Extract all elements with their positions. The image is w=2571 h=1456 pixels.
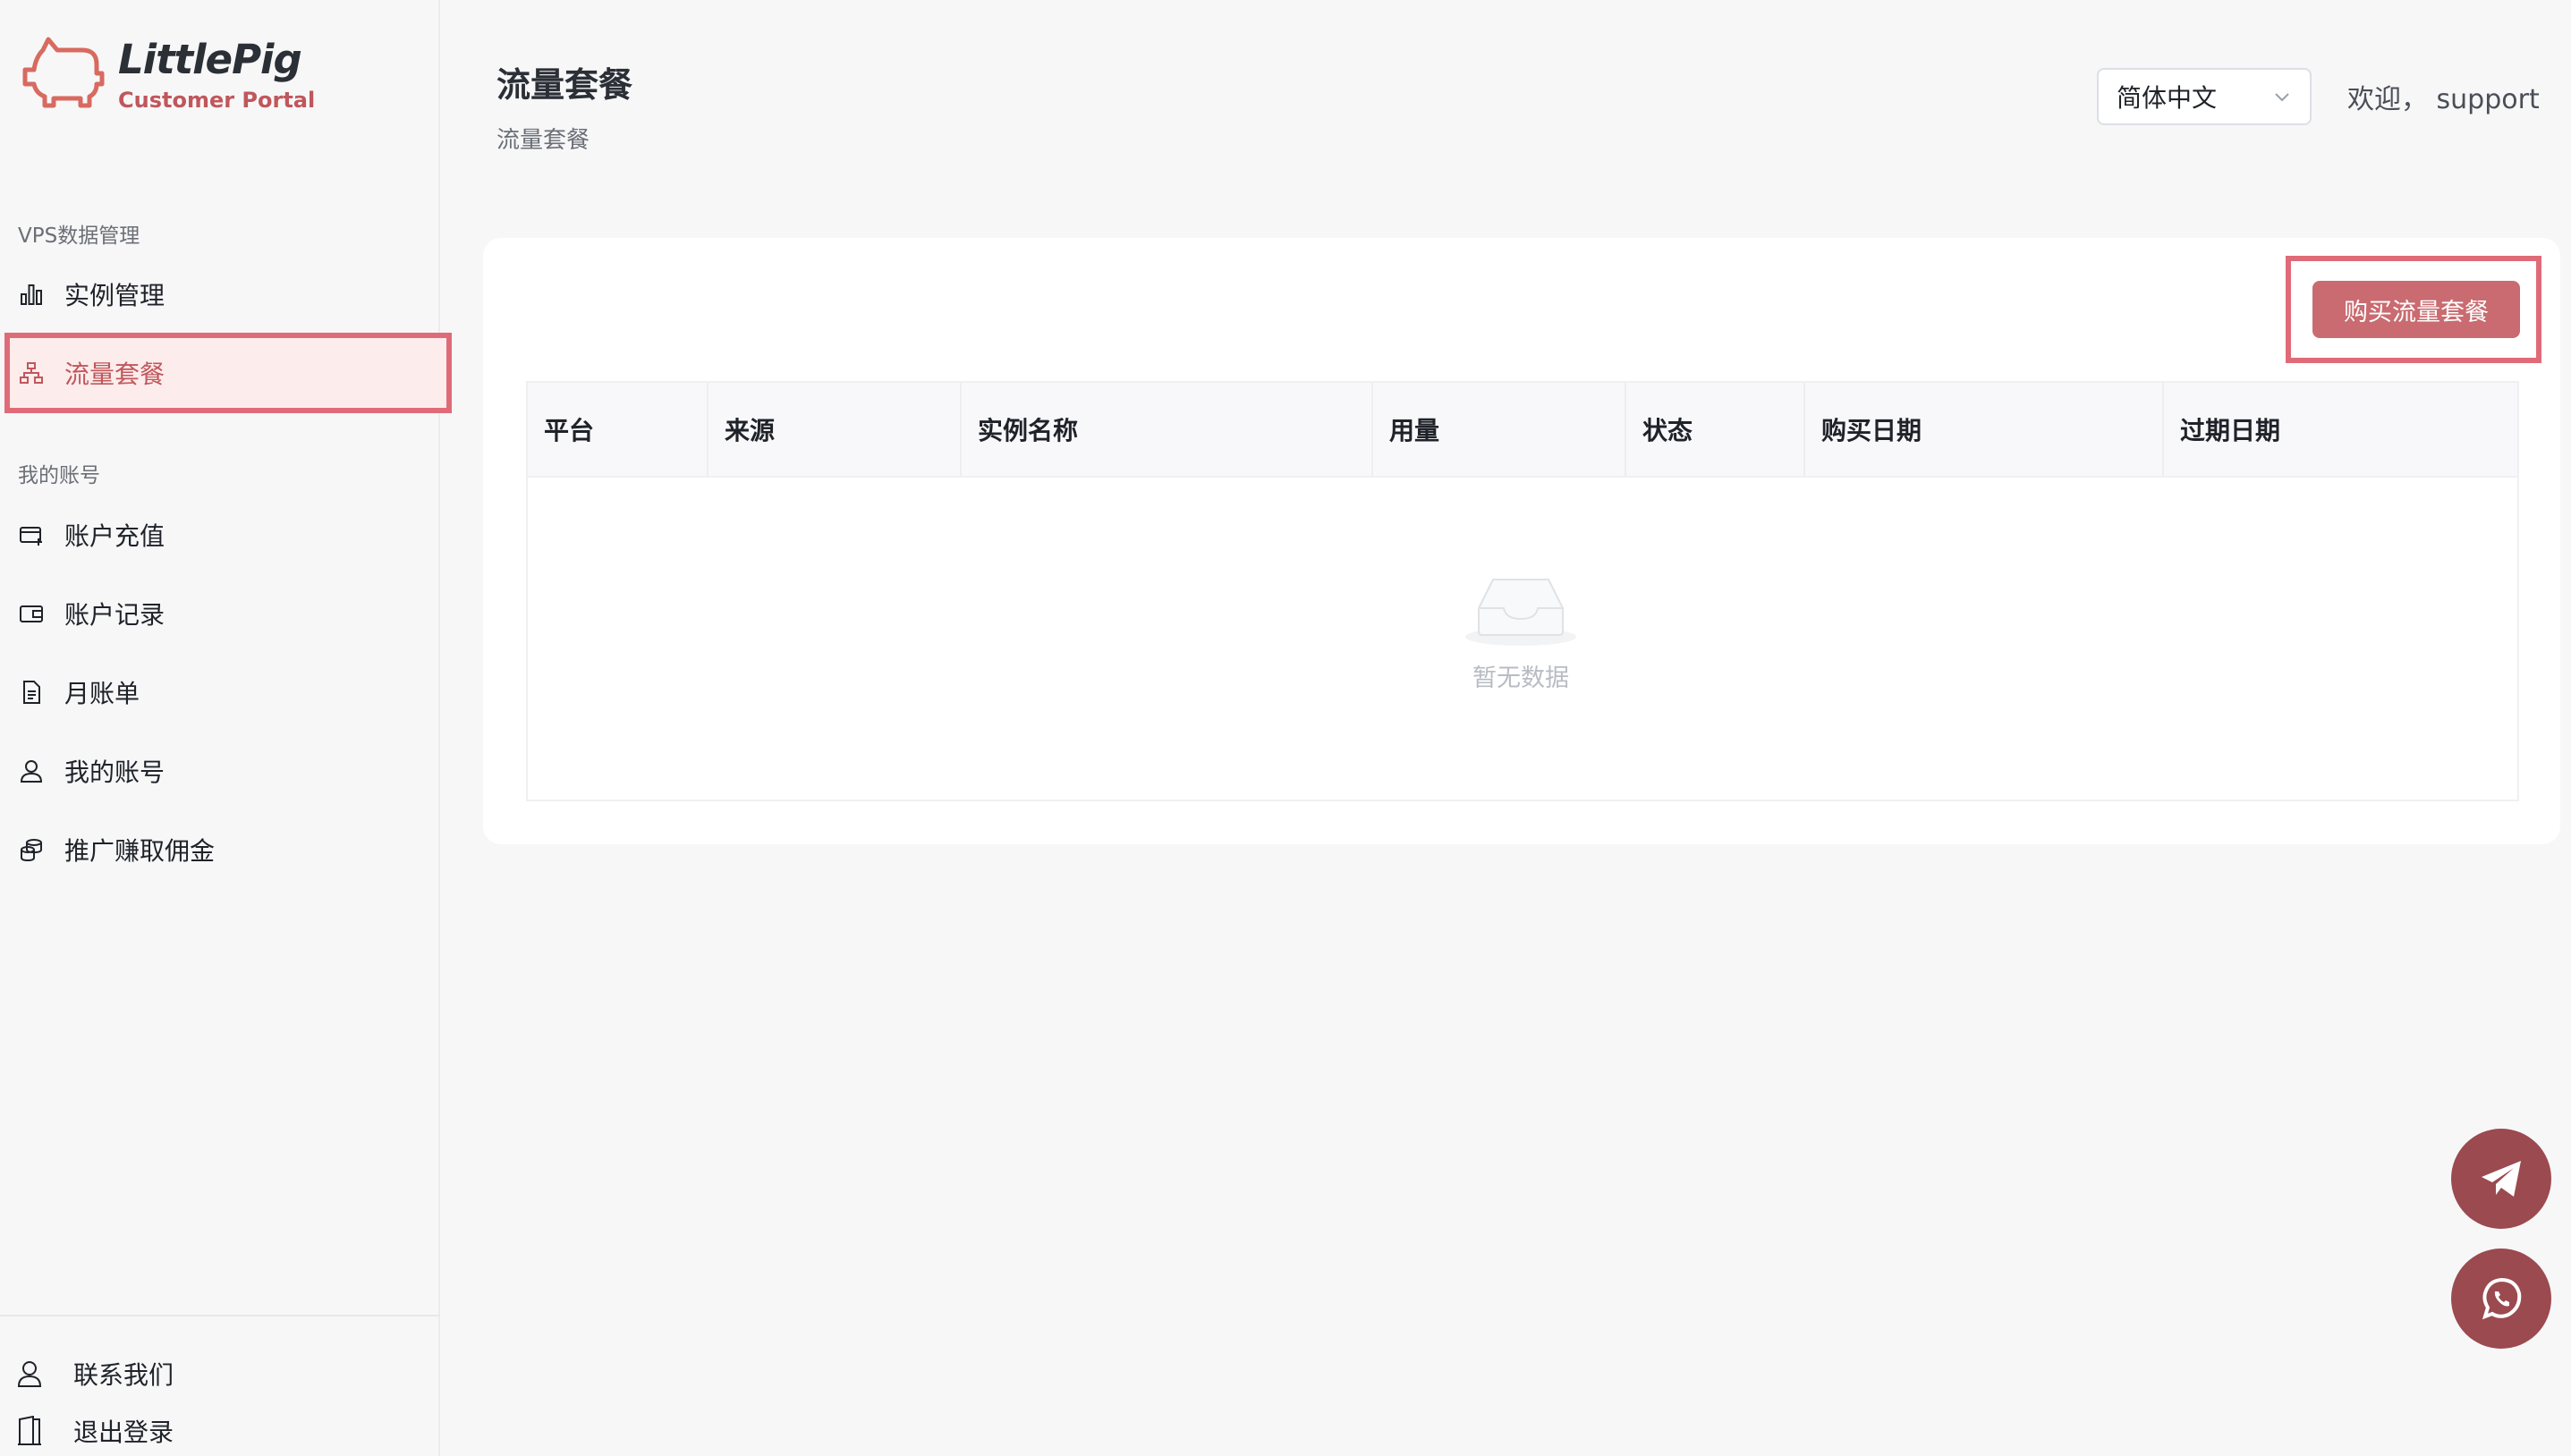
empty-inbox-icon	[1465, 579, 1576, 646]
sidebar-item-label: 推广赚取佣金	[64, 836, 216, 866]
coins-icon	[18, 836, 45, 863]
sidebar-item-label: 账户充值	[64, 521, 165, 551]
column-header-source: 来源	[707, 383, 960, 476]
telegram-button[interactable]	[2451, 1129, 2551, 1229]
sidebar-item-label: 我的账号	[64, 758, 165, 787]
user-icon	[16, 1359, 43, 1389]
whatsapp-button[interactable]	[2451, 1249, 2551, 1349]
section-label-vps: VPS数据管理	[18, 224, 140, 248]
document-icon	[18, 679, 45, 706]
column-header-purchase-date: 购买日期	[1803, 383, 2162, 476]
column-header-platform: 平台	[544, 416, 595, 445]
contact-us-link[interactable]: 联系我们	[16, 1356, 174, 1392]
sidebar-item-traffic-plan[interactable]: 流量套餐	[4, 333, 452, 413]
column-header-instance-name: 实例名称	[960, 383, 1371, 476]
breadcrumb: 流量套餐	[496, 127, 590, 154]
column-header-expiry-date: 过期日期	[2162, 383, 2517, 476]
sitemap-icon	[18, 360, 45, 386]
sidebar-item-referral[interactable]: 推广赚取佣金	[7, 812, 449, 887]
column-header-status: 状态	[1625, 383, 1803, 476]
empty-state: 暂无数据	[1440, 572, 1601, 693]
door-icon	[16, 1416, 43, 1446]
sidebar-item-my-account[interactable]: 我的账号	[7, 733, 449, 808]
sidebar-item-label: 实例管理	[64, 281, 165, 310]
sidebar-item-label: 账户记录	[64, 600, 165, 630]
language-select[interactable]: 简体中文	[2097, 68, 2312, 125]
bar-chart-icon	[18, 281, 45, 308]
language-value: 简体中文	[2117, 83, 2218, 113]
pig-logo-icon	[22, 37, 105, 108]
contact-us-label: 联系我们	[73, 1360, 174, 1390]
logout-link[interactable]: 退出登录	[16, 1413, 174, 1449]
user-icon	[18, 758, 45, 784]
buy-traffic-plan-button[interactable]: 购买流量套餐	[2312, 281, 2520, 338]
card-add-icon	[18, 521, 45, 548]
logout-label: 退出登录	[73, 1418, 174, 1447]
sidebar-item-label: 流量套餐	[64, 360, 165, 389]
section-label-account: 我的账号	[18, 464, 100, 487]
sidebar-item-instances[interactable]: 实例管理	[7, 257, 449, 332]
column-header-usage: 用量	[1371, 383, 1625, 476]
sidebar-item-monthly-bill[interactable]: 月账单	[7, 655, 449, 730]
traffic-plan-table: 平台 来源 实例名称 用量 状态 购买日期 过期日期 暂无数据	[526, 381, 2519, 801]
brand-title: LittlePig	[118, 36, 302, 83]
logo[interactable]: LittlePig Customer Portal	[18, 34, 315, 113]
whatsapp-icon	[2482, 1277, 2522, 1320]
welcome-text: 欢迎， support	[2347, 84, 2540, 115]
sidebar-item-records[interactable]: 账户记录	[7, 576, 449, 651]
sidebar-divider	[0, 1315, 440, 1316]
page-title: 流量套餐	[496, 65, 633, 105]
chevron-down-icon	[2275, 93, 2289, 102]
sidebar-item-recharge[interactable]: 账户充值	[7, 497, 449, 572]
telegram-icon	[2482, 1161, 2521, 1197]
sidebar: LittlePig Customer Portal VPS数据管理 实例管理 流…	[0, 0, 452, 1456]
wallet-icon	[18, 600, 45, 627]
empty-state-text: 暂无数据	[1472, 665, 1569, 692]
brand-subtitle: Customer Portal	[118, 88, 316, 113]
table-header: 平台 来源 实例名称 用量 状态 购买日期 过期日期	[528, 383, 2517, 478]
sidebar-item-label: 月账单	[64, 679, 140, 708]
